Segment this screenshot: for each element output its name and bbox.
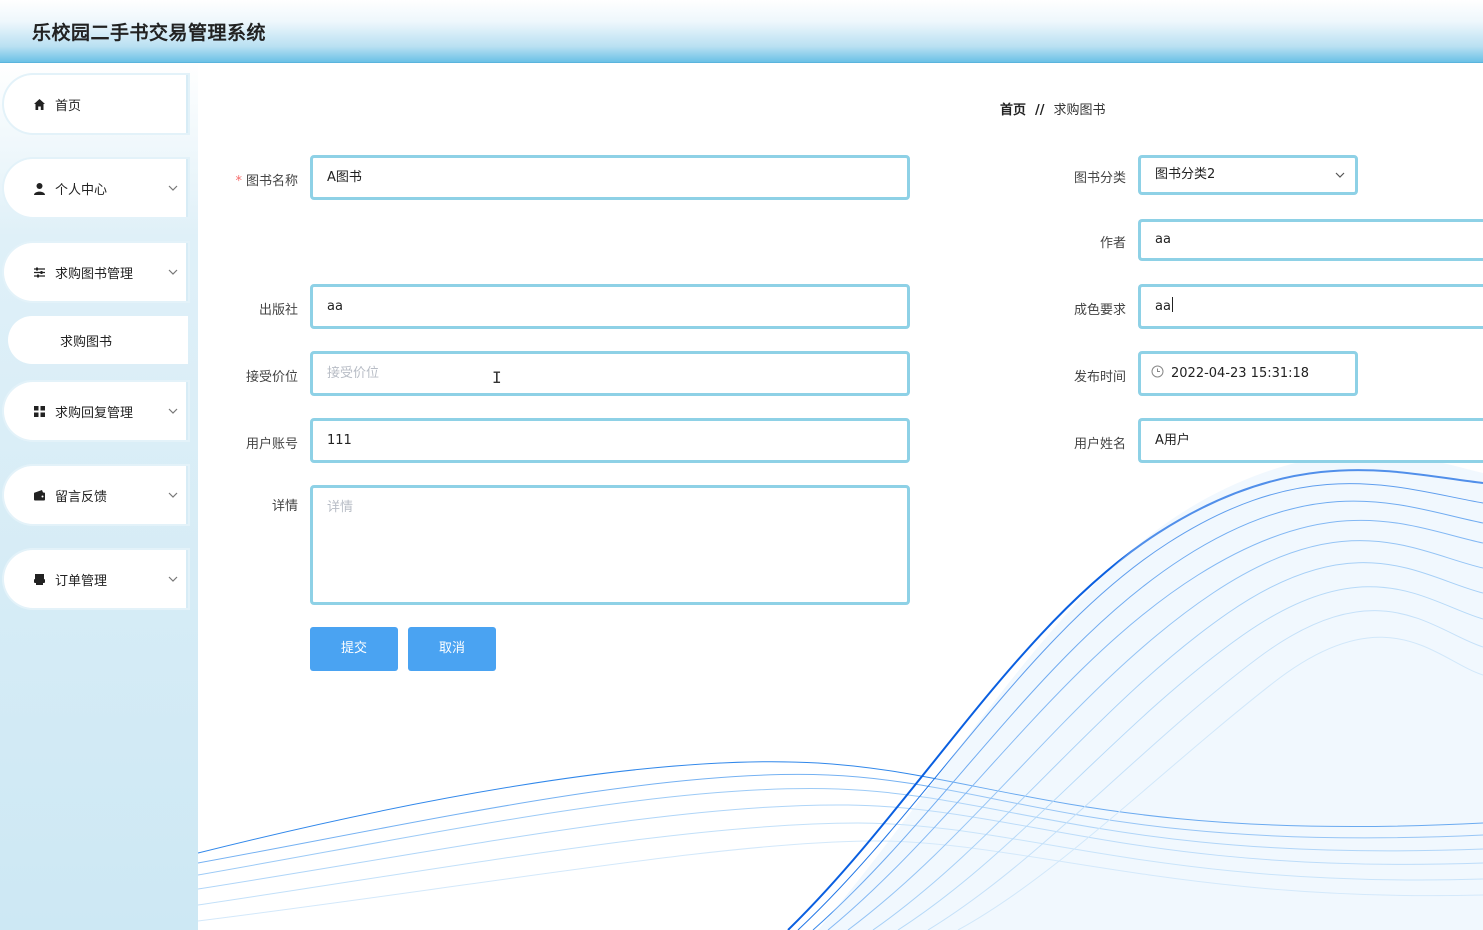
sidebar-item-label: 留言反馈 — [55, 489, 108, 505]
price-label: 接受价位 — [245, 370, 298, 385]
author-input[interactable]: aa — [1138, 219, 1483, 261]
wallet-icon — [32, 488, 46, 502]
username-label: 用户姓名 — [1073, 437, 1126, 452]
text-caret — [1171, 297, 1173, 312]
chevron-down-icon — [168, 185, 178, 191]
sidebar-subitem-purchase-books[interactable]: 求购图书 — [8, 316, 188, 364]
publish-time-value: 2022-04-23 15:31:18 — [1171, 366, 1310, 381]
sidebar-item-home[interactable]: 首页 — [4, 75, 188, 133]
publish-time-picker[interactable]: 2022-04-23 15:31:18 — [1138, 351, 1358, 396]
condition-label: 成色要求 — [1073, 303, 1126, 318]
app-title: 乐校园二手书交易管理系统 — [32, 22, 267, 44]
sidebar-item-orders[interactable]: 订单管理 — [4, 550, 188, 608]
details-textarea[interactable]: 详情 — [310, 485, 910, 605]
breadcrumb-separator: // — [1035, 103, 1045, 118]
chevron-down-icon — [168, 492, 178, 498]
book-name-label: * 图书名称 — [235, 174, 298, 189]
required-mark: * — [235, 174, 242, 189]
category-select-value: 图书分类2 — [1155, 167, 1216, 182]
sidebar-item-personal-center[interactable]: 个人中心 — [4, 159, 188, 217]
cancel-button[interactable]: 取消 — [408, 627, 496, 671]
sidebar-item-label: 订单管理 — [55, 573, 108, 589]
sidebar-item-label: 求购回复管理 — [55, 405, 134, 421]
chevron-down-icon — [168, 269, 178, 275]
sidebar-subitem-label: 求购图书 — [60, 334, 113, 350]
top-header: 乐校园二手书交易管理系统 — [0, 0, 1483, 63]
details-placeholder: 详情 — [327, 500, 354, 515]
home-icon — [32, 97, 46, 111]
account-label: 用户账号 — [245, 437, 298, 452]
breadcrumb-home[interactable]: 首页 — [1000, 103, 1026, 118]
sidebar-item-label: 求购图书管理 — [55, 266, 134, 282]
account-input[interactable]: 111 — [310, 418, 910, 463]
condition-input-value: aa — [1155, 299, 1171, 314]
sidebar: 首页 个人中心 求购图书管理 求购图书 求购回复管理 留言反馈 订单管理 — [0, 63, 198, 930]
chevron-down-icon — [1335, 172, 1345, 178]
publisher-input[interactable]: aa — [310, 284, 910, 329]
category-select[interactable]: 图书分类2 — [1138, 155, 1358, 195]
clock-icon — [1151, 365, 1164, 378]
publish-time-label: 发布时间 — [1073, 370, 1126, 385]
username-input[interactable]: A用户 — [1138, 418, 1483, 463]
chevron-down-icon — [168, 576, 178, 582]
sliders-icon — [32, 265, 46, 279]
price-input[interactable]: 接受价位 — [310, 351, 910, 396]
sidebar-item-label: 个人中心 — [55, 182, 108, 198]
user-icon — [32, 181, 46, 195]
breadcrumb-current: 求购图书 — [1053, 103, 1106, 118]
sidebar-item-purchase-books-mgmt[interactable]: 求购图书管理 — [4, 243, 188, 301]
sidebar-item-feedback[interactable]: 留言反馈 — [4, 466, 188, 524]
printer-icon — [32, 572, 46, 586]
category-label: 图书分类 — [1073, 171, 1126, 186]
book-name-input[interactable]: A图书 — [310, 155, 910, 200]
details-label: 详情 — [271, 499, 298, 514]
grid-icon — [32, 404, 46, 418]
submit-button[interactable]: 提交 — [310, 627, 398, 671]
sidebar-item-purchase-reply-mgmt[interactable]: 求购回复管理 — [4, 382, 188, 440]
main-content: 首页//求购图书 * 图书名称 A图书 图书分类 图书分类2 作者 aa 出版社 … — [198, 63, 1483, 930]
chevron-down-icon — [168, 408, 178, 414]
breadcrumb: 首页 // 求购图书 — [1000, 99, 1106, 118]
mouse-ibeam-cursor: I — [492, 368, 502, 387]
condition-input[interactable]: aa — [1138, 284, 1483, 329]
author-label: 作者 — [1099, 236, 1126, 251]
sidebar-item-label: 首页 — [55, 98, 82, 114]
publisher-label: 出版社 — [258, 303, 298, 318]
